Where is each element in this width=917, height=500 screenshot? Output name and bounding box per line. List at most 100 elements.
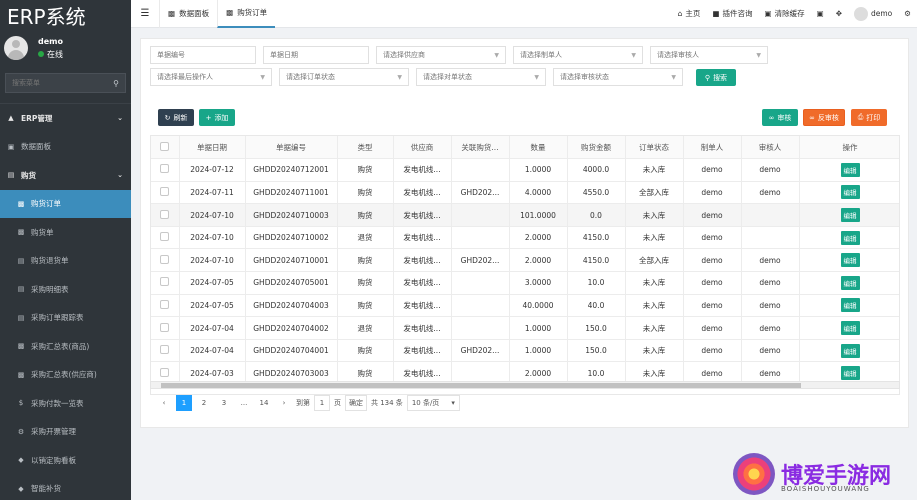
checkbox[interactable] (160, 367, 170, 377)
select-all-checkbox[interactable] (151, 136, 180, 160)
table-row[interactable]: 2024-07-04 GHDD20240704001 购货 发电机线... GHD202… (151, 339, 899, 363)
checkbox[interactable] (160, 164, 170, 174)
sidebar-item-replenish[interactable]: ◆ 智能补货 (0, 475, 131, 500)
sidebar-item-invoice[interactable]: ⚙ 采购开票管理 (0, 418, 131, 447)
plugin-consult-link[interactable]: ■ 插件咨询 (706, 8, 758, 19)
edit-button[interactable]: 编辑 (840, 298, 860, 313)
scrollbar-thumb[interactable] (161, 383, 801, 388)
auditor-select[interactable]: 请选择审核人 ▼ (650, 46, 768, 64)
sidebar-item-dashboard[interactable]: ▣ 数据面板 (0, 133, 131, 162)
sidebar-item-payment-list[interactable]: $ 采购付款一览表 (0, 389, 131, 418)
print-button[interactable]: ⎙ 打印 (851, 109, 887, 126)
goto-confirm-button[interactable]: 确定 (345, 395, 367, 411)
edit-button[interactable]: 编辑 (840, 230, 860, 245)
horizontal-scrollbar[interactable] (150, 381, 900, 389)
tab-purchase-order[interactable]: ▩ 购货订单 (217, 0, 276, 28)
search-button[interactable]: ⚲ 搜索 (696, 69, 736, 86)
table-row[interactable]: 2024-07-11 GHDD20240711001 购货 发电机线... GHD202… (151, 181, 899, 205)
bill-date-input[interactable]: 单据日期 (263, 46, 369, 64)
creator-select[interactable]: 请选择制单人 ▼ (513, 46, 643, 64)
fullscreen-button[interactable]: ✥ (830, 9, 848, 18)
search-icon[interactable]: ⚲ (113, 79, 119, 88)
goto-page-input[interactable]: 1 (314, 395, 330, 411)
checkbox[interactable] (160, 299, 170, 309)
unaudit-button[interactable]: ∞ 反审核 (803, 109, 845, 126)
sidebar-item-sales-board[interactable]: ◆ 以销定购看板 (0, 446, 131, 475)
last-operator-select[interactable]: 请选择最后操作人 ▼ (150, 68, 272, 86)
row-select-cell[interactable] (151, 158, 180, 182)
table-row[interactable]: 2024-07-10 GHDD20240710001 购货 发电机线... GHD202… (151, 248, 899, 273)
edit-button[interactable]: 编辑 (840, 275, 860, 290)
column-header[interactable]: 制单人 (683, 136, 742, 160)
table-row[interactable]: 2024-07-12 GHDD20240712001 购货 发电机线... 1.0000… (151, 158, 899, 182)
sidebar-item-summary-supplier[interactable]: ▩ 采购汇总表(供应商) (0, 361, 131, 390)
row-select-cell[interactable] (151, 294, 180, 318)
checkbox[interactable] (160, 141, 170, 151)
home-link[interactable]: ⌂ 主页 (672, 8, 707, 19)
checkbox[interactable] (160, 254, 170, 264)
row-select-cell[interactable] (151, 339, 180, 363)
checkbox[interactable] (160, 277, 170, 287)
column-header[interactable]: 单据编号 (245, 136, 338, 160)
clear-cache-link[interactable]: ▣ 清除缓存 (759, 8, 811, 19)
sidebar-item-purchase[interactable]: ▤ 购货 ⌄ (0, 161, 131, 190)
checkbox[interactable] (160, 345, 170, 355)
order-status-select[interactable]: 请选择订单状态 ▼ (279, 68, 409, 86)
row-select-cell[interactable] (151, 203, 180, 227)
row-select-cell[interactable] (151, 271, 180, 295)
menu-search[interactable]: ⚲ (5, 73, 126, 93)
table-row[interactable]: 2024-07-05 GHDD20240705001 购货 发电机线... 3.0000… (151, 271, 899, 295)
bill-number-input[interactable]: 单据编号 (150, 46, 256, 64)
sidebar-item-purchase-bill[interactable]: ▩ 购货单 (0, 218, 131, 247)
match-status-select[interactable]: 请选择对单状态 ▼ (416, 68, 546, 86)
sidebar-item-order-tracking[interactable]: ▤ 采购订单跟踪表 (0, 304, 131, 333)
column-header[interactable]: 关联购货... (451, 136, 510, 160)
column-header[interactable]: 数量 (509, 136, 568, 160)
table-row[interactable]: 2024-07-05 GHDD20240704003 购货 发电机线... 40.000… (151, 294, 899, 318)
edit-button[interactable]: 编辑 (840, 162, 860, 177)
column-header[interactable]: 供应商 (393, 136, 452, 160)
sidebar-item-erp[interactable]: ▲ ERP管理 ⌄ (0, 104, 131, 133)
sidebar-item-purchase-return[interactable]: ▤ 购货退货单 (0, 247, 131, 276)
edit-button[interactable]: 编辑 (840, 321, 860, 336)
tab-dashboard[interactable]: ▩ 数据面板 (159, 0, 217, 28)
page-button[interactable]: 14 (256, 395, 272, 411)
audit-status-select[interactable]: 请选择审核状态 ▼ (553, 68, 683, 86)
column-header[interactable]: 订单状态 (625, 136, 684, 160)
edit-button[interactable]: 编辑 (840, 343, 860, 358)
edit-button[interactable]: 编辑 (840, 366, 860, 381)
edit-button[interactable]: 编辑 (840, 208, 860, 223)
checkbox[interactable] (160, 186, 170, 196)
page-size-select[interactable]: 10 条/页 ▾ (406, 395, 460, 411)
refresh-button[interactable]: ↻ 刷新 (158, 109, 194, 126)
row-select-cell[interactable] (151, 316, 180, 340)
lock-screen-button[interactable]: ▣ (811, 9, 830, 18)
edit-button[interactable]: 编辑 (840, 185, 860, 200)
sidebar-item-purchase-detail[interactable]: ▤ 采购明细表 (0, 275, 131, 304)
table-row[interactable]: 2024-07-04 GHDD20240704002 退货 发电机线... 1.0000… (151, 316, 899, 340)
checkbox[interactable] (160, 322, 170, 332)
supplier-select[interactable]: 请选择供应商 ▼ (376, 46, 506, 64)
checkbox[interactable] (160, 232, 170, 242)
prev-page-icon[interactable]: ‹ (156, 395, 172, 411)
column-header[interactable]: 审核人 (741, 136, 800, 160)
page-button[interactable]: 3 (216, 395, 232, 411)
row-select-cell[interactable] (151, 181, 180, 205)
user-menu[interactable]: demo (848, 6, 898, 21)
row-select-cell[interactable] (151, 248, 180, 273)
add-button[interactable]: + 添加 (199, 109, 235, 126)
row-select-cell[interactable] (151, 226, 180, 250)
column-header[interactable]: 单据日期 (179, 136, 246, 160)
table-row[interactable]: 2024-07-10 GHDD20240710003 购货 发电机线... 101.00… (151, 203, 899, 227)
sidebar-item-purchase-order[interactable]: ▩ 购货订单 (0, 189, 131, 218)
page-button[interactable]: 2 (196, 395, 212, 411)
settings-button[interactable]: ⚙ (898, 9, 917, 18)
edit-button[interactable]: 编辑 (840, 253, 860, 268)
next-page-icon[interactable]: › (276, 395, 292, 411)
audit-button[interactable]: ∞ 审核 (762, 109, 798, 126)
page-button[interactable]: 1 (176, 395, 192, 411)
table-row[interactable]: 2024-07-10 GHDD20240710002 退货 发电机线... 2.0000… (151, 226, 899, 250)
menu-toggle-icon[interactable]: ☰ (131, 8, 159, 19)
menu-search-input[interactable] (12, 79, 102, 87)
column-header[interactable]: 类型 (337, 136, 394, 160)
